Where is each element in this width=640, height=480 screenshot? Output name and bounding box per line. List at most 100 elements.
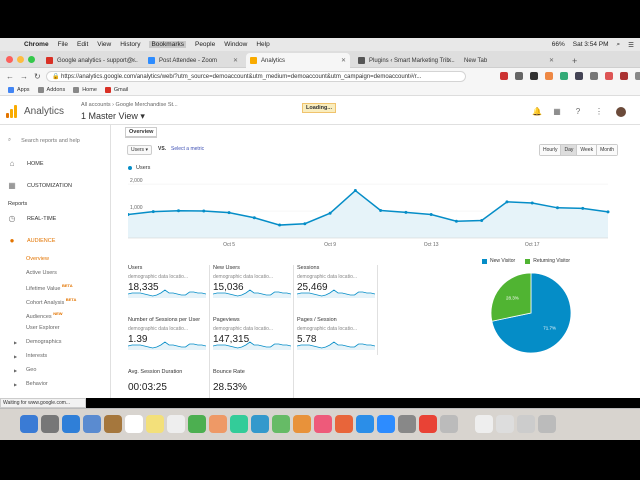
- sidebar-sub-lifetime-value[interactable]: Lifetime Value BETA: [26, 283, 73, 292]
- search-icon[interactable]: ⌕: [617, 41, 621, 49]
- sidebar-sub-geo[interactable]: Geo: [26, 367, 36, 373]
- preview-icon[interactable]: [440, 415, 458, 433]
- more-vert-icon[interactable]: ⋮: [595, 108, 603, 116]
- data-point[interactable]: [278, 223, 282, 227]
- expand-triangle-icon[interactable]: ▶: [14, 368, 17, 373]
- maps-icon[interactable]: [188, 415, 206, 433]
- sidebar-item-customization[interactable]: ▦ CUSTOMIZATION: [8, 182, 72, 190]
- new-tab-icon[interactable]: +: [568, 53, 580, 68]
- document-icon[interactable]: [517, 415, 535, 433]
- apple-icon[interactable]: [8, 41, 15, 49]
- analytics-logo-icon[interactable]: [6, 105, 17, 118]
- scorecard-new-users[interactable]: New Users demographic data locatio... 15…: [213, 265, 293, 298]
- menu-app[interactable]: Chrome: [24, 41, 49, 48]
- calendar-icon[interactable]: [125, 415, 143, 433]
- sidebar-sub-cohort-analysis[interactable]: Cohort Analysis BETA: [26, 297, 76, 306]
- data-point[interactable]: [379, 209, 383, 213]
- clock-text[interactable]: Sat 3:54 PM: [573, 41, 609, 48]
- sidebar-sub-behavior[interactable]: Behavior: [26, 381, 48, 387]
- data-point[interactable]: [480, 218, 484, 222]
- menu-help[interactable]: Help: [256, 41, 269, 48]
- view-selector[interactable]: 1 Master View ▾: [81, 111, 145, 122]
- minimize-window-icon[interactable]: [17, 56, 24, 63]
- visitor-pie-chart[interactable]: 71.7% 28.3%: [489, 271, 573, 355]
- bookmark-gmail[interactable]: Gmail: [104, 87, 128, 93]
- numbers-icon[interactable]: [272, 415, 290, 433]
- extension-icon[interactable]: [605, 72, 613, 80]
- data-point[interactable]: [177, 209, 181, 213]
- scorecard-sessions[interactable]: Sessions demographic data locatio... 25,…: [297, 265, 377, 298]
- scorecard-pageviews[interactable]: Pageviews demographic data locatio... 14…: [213, 317, 293, 350]
- data-point[interactable]: [606, 210, 610, 214]
- menu-list-icon[interactable]: ☰: [628, 41, 634, 49]
- users-line-chart[interactable]: 1,000 2,000 Oct 5 Oct 9 Oct 13 Oct 17: [128, 172, 624, 250]
- bookmark-home[interactable]: Home: [73, 87, 97, 93]
- ga-title[interactable]: Analytics: [24, 106, 64, 117]
- menu-view[interactable]: View: [97, 41, 111, 48]
- metric-dropdown[interactable]: Users ▾: [127, 145, 152, 155]
- data-point[interactable]: [530, 201, 534, 205]
- launchpad-icon[interactable]: [41, 415, 59, 433]
- maximize-window-icon[interactable]: [28, 56, 35, 63]
- safari-icon[interactable]: [62, 415, 80, 433]
- finder-icon[interactable]: [20, 415, 38, 433]
- scorecard-pages-per-session[interactable]: Pages / Session demographic data locatio…: [297, 317, 377, 350]
- menu-file[interactable]: File: [58, 41, 68, 48]
- legend-returning-visitor[interactable]: Returning Visitor: [525, 258, 570, 264]
- sidebar-sub-user-explorer[interactable]: User Explorer: [26, 325, 60, 331]
- menu-window[interactable]: Window: [224, 41, 247, 48]
- tab-gmail[interactable]: Google analytics - support@... ✕: [42, 53, 140, 68]
- tab-plugins[interactable]: Plugins ‹ Smart Marketing Trib... ✕: [354, 53, 456, 68]
- photos-icon[interactable]: [209, 415, 227, 433]
- help-icon[interactable]: ?: [574, 108, 582, 116]
- legend-new-visitor[interactable]: New Visitor: [482, 258, 515, 264]
- close-icon[interactable]: ✕: [447, 57, 452, 64]
- data-point[interactable]: [429, 213, 433, 217]
- scorecard-avg-session-duration[interactable]: Avg. Session Duration 00:03:25: [128, 369, 208, 393]
- reminders-icon[interactable]: [167, 415, 185, 433]
- document-icon[interactable]: [475, 415, 493, 433]
- data-point[interactable]: [252, 216, 256, 220]
- extension-icon[interactable]: [620, 72, 628, 80]
- select-metric-link[interactable]: Select a metric: [171, 146, 204, 152]
- forward-icon[interactable]: →: [20, 72, 28, 81]
- extension-icon[interactable]: [545, 72, 553, 80]
- tab-analytics[interactable]: Analytics ✕: [246, 53, 350, 68]
- week-button[interactable]: Week: [577, 145, 598, 155]
- close-icon[interactable]: ✕: [131, 57, 136, 64]
- day-button[interactable]: Day: [561, 145, 578, 155]
- system-preferences-icon[interactable]: [398, 415, 416, 433]
- app-store-icon[interactable]: [356, 415, 374, 433]
- tab-new-tab[interactable]: New Tab ✕: [460, 53, 558, 68]
- scorecard-bounce-rate[interactable]: Bounce Rate 28.53%: [213, 369, 293, 393]
- menu-bookmarks[interactable]: Bookmarks: [149, 41, 186, 48]
- document-icon[interactable]: [496, 415, 514, 433]
- data-point[interactable]: [555, 206, 559, 210]
- apps-grid-icon[interactable]: ▦: [553, 108, 561, 116]
- data-point[interactable]: [303, 222, 307, 226]
- extension-icon[interactable]: [590, 72, 598, 80]
- data-point[interactable]: [454, 219, 458, 223]
- close-icon[interactable]: ✕: [341, 57, 346, 64]
- sidebar-item-audience[interactable]: ● AUDIENCE: [8, 237, 56, 245]
- extension-icon[interactable]: [575, 72, 583, 80]
- avatar[interactable]: [616, 107, 626, 117]
- extension-icon[interactable]: [560, 72, 568, 80]
- zoom-icon[interactable]: [377, 415, 395, 433]
- messages-icon[interactable]: [230, 415, 248, 433]
- close-icon[interactable]: ✕: [549, 57, 554, 64]
- extension-icon[interactable]: [530, 72, 538, 80]
- trash-icon[interactable]: [538, 415, 556, 433]
- sidebar-search[interactable]: ⌕ Search reports and help: [8, 137, 80, 144]
- month-button[interactable]: Month: [597, 145, 617, 155]
- data-point[interactable]: [328, 211, 332, 215]
- back-icon[interactable]: ←: [6, 72, 14, 81]
- menu-edit[interactable]: Edit: [77, 41, 88, 48]
- tab-zoom[interactable]: Post Attendee - Zoom ✕: [144, 53, 242, 68]
- keynote-icon[interactable]: [293, 415, 311, 433]
- expand-triangle-icon[interactable]: ▶: [14, 354, 17, 359]
- chrome-icon[interactable]: [419, 415, 437, 433]
- close-window-icon[interactable]: [6, 56, 13, 63]
- contacts-icon[interactable]: [104, 415, 122, 433]
- bookmark-apps[interactable]: Apps: [8, 87, 30, 93]
